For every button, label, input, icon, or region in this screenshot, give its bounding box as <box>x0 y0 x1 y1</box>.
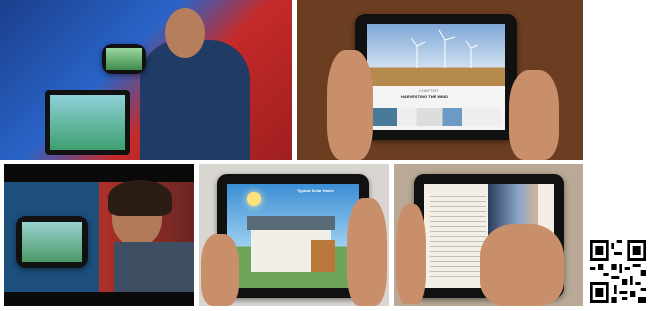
held-tablet <box>102 44 146 74</box>
presenter-body <box>140 40 250 160</box>
right-hand <box>509 70 559 160</box>
article-kicker: CHAPTER <box>419 88 439 93</box>
sun-icon <box>247 192 261 206</box>
left-hand <box>327 50 373 160</box>
qr-code-icon <box>590 240 646 303</box>
right-hand-2 <box>347 198 387 306</box>
ebook-text-lines <box>430 192 486 278</box>
infographic-title: Typical Solar Home <box>297 188 334 193</box>
tablet-wind: CHAPTER HARVESTING THE WIND <box>355 14 517 140</box>
wind-photo <box>367 24 505 86</box>
house-roof <box>247 216 335 230</box>
qr-code <box>590 240 646 303</box>
photo-wind-article: CHAPTER HARVESTING THE WIND <box>297 0 583 160</box>
presenter-hair <box>108 180 172 216</box>
photo-ebook <box>394 164 583 306</box>
held-tablet-2 <box>16 216 88 268</box>
left-hand-2 <box>201 234 239 306</box>
stage-screen <box>45 90 130 155</box>
turbine-icons <box>410 29 479 68</box>
photo-solar-house: Typical Solar Home <box>199 164 389 306</box>
photo-presenter-stage <box>0 0 292 160</box>
stone-wall <box>311 240 335 272</box>
article-title: HARVESTING THE WIND <box>401 94 449 99</box>
page-turning-hand <box>480 224 564 306</box>
presenter-shirt <box>114 242 194 292</box>
left-hand-3 <box>396 204 426 304</box>
article-thumbnails <box>371 108 501 126</box>
photo-presenter-tablet <box>4 164 194 306</box>
tablet-solar-screen: Typical Solar Home <box>227 184 359 288</box>
presenter-head <box>165 8 205 58</box>
tablet-wind-screen: CHAPTER HARVESTING THE WIND <box>367 24 505 130</box>
